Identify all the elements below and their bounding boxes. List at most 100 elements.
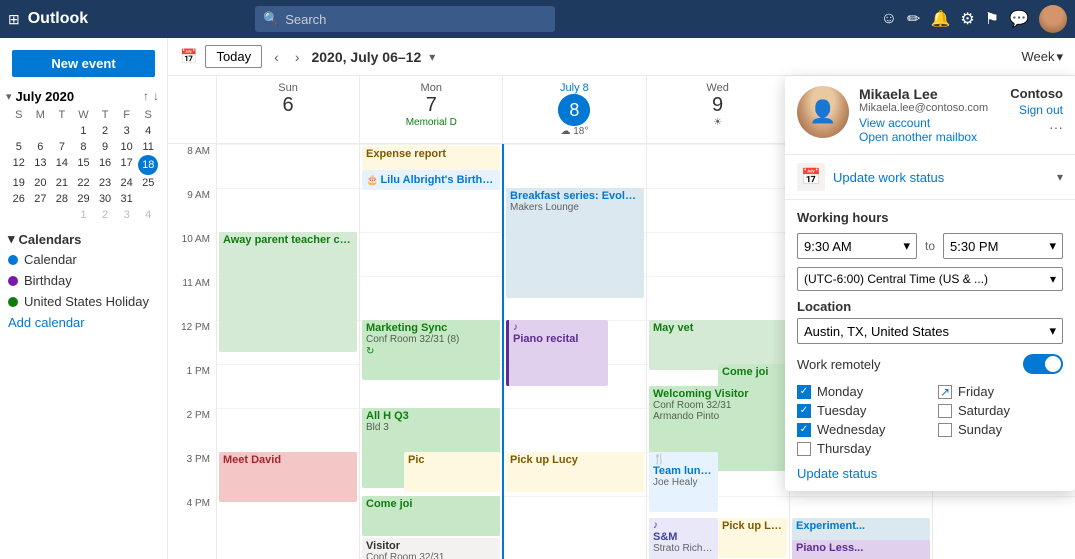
event-piano-lesson[interactable]: Piano Less... bbox=[792, 540, 930, 559]
work-remotely-toggle[interactable] bbox=[1023, 354, 1063, 374]
event-lilu-birthday[interactable]: 🎂Lilu Albright's Birthday bbox=[362, 170, 500, 190]
calendar-label-us-holiday: United States Holiday bbox=[24, 294, 149, 309]
event-marketing-sync[interactable]: Marketing Sync Conf Room 32/31 (8) ↻ bbox=[362, 320, 500, 380]
time-to-label: to bbox=[925, 239, 935, 253]
app-name: Outlook bbox=[28, 10, 88, 28]
update-work-status[interactable]: 📅 Update work status ▾ bbox=[785, 155, 1075, 200]
sidebar: New event ▾ July 2020 ↑ ↓ S M T W T F S bbox=[0, 38, 168, 559]
work-status-chevron-icon: ▾ bbox=[1057, 170, 1063, 184]
end-time-chevron-icon: ▾ bbox=[1049, 238, 1056, 254]
profile-email: Mikaela.lee@contoso.com bbox=[859, 102, 988, 114]
tuesday-checkbox[interactable] bbox=[797, 404, 811, 418]
toggle-knob bbox=[1045, 356, 1061, 372]
top-bar-right: ☺ ✏ 🔔 ⚙ ⚑ 💬 bbox=[881, 5, 1067, 33]
location-value: Austin, TX, United States bbox=[804, 324, 949, 339]
day-col-mon: Expense report 🎂Lilu Albright's Birthday… bbox=[359, 144, 502, 559]
calendar-dot-purple bbox=[8, 276, 18, 286]
chevron-date-icon[interactable]: ▾ bbox=[429, 50, 435, 64]
view-dropdown[interactable]: Week ▾ bbox=[1021, 49, 1063, 65]
time-row: 9:30 AM ▾ to 5:30 PM ▾ bbox=[797, 233, 1063, 259]
profile-avatar: 👤 bbox=[797, 86, 849, 138]
view-account-link[interactable]: View account bbox=[859, 116, 988, 130]
next-week-button[interactable]: › bbox=[291, 47, 304, 67]
new-event-button[interactable]: New event bbox=[12, 50, 155, 77]
work-remotely-label: Work remotely bbox=[797, 357, 1023, 372]
saturday-checkbox[interactable] bbox=[938, 404, 952, 418]
work-status-label: Update work status bbox=[833, 170, 944, 185]
gear-icon[interactable]: ⚙ bbox=[960, 9, 974, 29]
thursday-label: Thursday bbox=[817, 441, 871, 456]
sunday-label: Sunday bbox=[958, 422, 1002, 437]
event-expense-report[interactable]: Expense report bbox=[362, 146, 500, 170]
chat-icon[interactable]: 💬 bbox=[1009, 9, 1029, 29]
profile-name: Mikaela Lee bbox=[859, 86, 988, 102]
monday-checkbox[interactable] bbox=[797, 385, 811, 399]
calendars-title: Calendars bbox=[19, 232, 82, 247]
event-pick-up-lucy-wed[interactable]: Pick up Lucy bbox=[718, 518, 787, 558]
chevron-down-icon: ▾ bbox=[8, 231, 15, 247]
start-time-select[interactable]: 9:30 AM ▾ bbox=[797, 233, 917, 259]
event-breakfast-series[interactable]: Breakfast series: Evolution of calendar … bbox=[506, 188, 644, 298]
timezone-value: (UTC-6:00) Central Time (US & ...) bbox=[804, 272, 988, 286]
grid-icon[interactable]: ⊞ bbox=[8, 11, 20, 28]
main-layout: New event ▾ July 2020 ↑ ↓ S M T W T F S bbox=[0, 38, 1075, 559]
timezone-select[interactable]: (UTC-6:00) Central Time (US & ...) ▾ bbox=[797, 267, 1063, 291]
search-bar[interactable]: 🔍 bbox=[255, 6, 555, 32]
sunday-checkbox[interactable] bbox=[938, 423, 952, 437]
add-calendar-link[interactable]: Add calendar bbox=[0, 312, 167, 333]
work-status-icon: 📅 bbox=[797, 163, 825, 191]
day-row-tuesday: Tuesday bbox=[797, 403, 922, 418]
event-come-joi-mon[interactable]: Come joi bbox=[362, 496, 500, 536]
pen-icon[interactable]: ✏ bbox=[907, 9, 920, 29]
wednesday-checkbox[interactable] bbox=[797, 423, 811, 437]
event-visitor-mon[interactable]: Visitor Conf Room 32/31 bbox=[362, 538, 500, 559]
day-row-friday: ↗ Friday bbox=[938, 384, 1063, 399]
event-meet-david[interactable]: Meet David bbox=[219, 452, 357, 502]
update-status-button[interactable]: Update status bbox=[797, 466, 1063, 481]
weather-tue: ☁ 18° bbox=[507, 126, 641, 137]
event-sm[interactable]: ♪ S&M Strato Richard... bbox=[649, 518, 718, 559]
prev-week-button[interactable]: ‹ bbox=[270, 47, 283, 67]
profile-panel: 👤 Mikaela Lee Mikaela.lee@contoso.com Vi… bbox=[785, 76, 1075, 491]
event-team-lunch[interactable]: 🍴 Team lunch Seattle Joe Healy bbox=[649, 452, 718, 512]
search-input[interactable] bbox=[285, 12, 547, 27]
today-button[interactable]: Today bbox=[205, 45, 262, 68]
event-piano-recital[interactable]: ♪ Piano recital bbox=[506, 320, 608, 386]
event-pick-up-lucy-tue[interactable]: Pick up Lucy bbox=[506, 452, 644, 492]
thursday-checkbox[interactable] bbox=[797, 442, 811, 456]
calendar-item-calendar[interactable]: Calendar bbox=[0, 249, 167, 270]
calendar-item-us-holiday[interactable]: United States Holiday bbox=[0, 291, 167, 312]
calendar-dot-green bbox=[8, 297, 18, 307]
sign-out-link[interactable]: Sign out bbox=[1019, 103, 1063, 117]
open-mailbox-link[interactable]: Open another mailbox bbox=[859, 130, 988, 144]
day-row-sunday: Sunday bbox=[938, 422, 1063, 437]
flag-icon[interactable]: ⚑ bbox=[985, 9, 999, 29]
location-select[interactable]: Austin, TX, United States ▾ bbox=[797, 318, 1063, 344]
calendar-item-birthday[interactable]: Birthday bbox=[0, 270, 167, 291]
day-col-sun: Away parent teacher conf Meet David bbox=[216, 144, 359, 559]
avatar[interactable] bbox=[1039, 5, 1067, 33]
day-header-wed: Wed 9 ☀ bbox=[646, 76, 789, 143]
mini-cal-grid: 1 2 3 4 5 6 7 8 9 10 11 12 13 14 15 16 1… bbox=[8, 123, 159, 223]
panel-body: Working hours 9:30 AM ▾ to 5:30 PM ▾ (UT… bbox=[785, 200, 1075, 491]
location-chevron-icon: ▾ bbox=[1049, 323, 1056, 339]
event-away-parent[interactable]: Away parent teacher conf bbox=[219, 232, 357, 352]
end-time-select[interactable]: 5:30 PM ▾ bbox=[943, 233, 1063, 259]
days-grid: Monday ↗ Friday Tuesday Saturday bbox=[797, 384, 1063, 456]
start-time-chevron-icon: ▾ bbox=[903, 238, 910, 254]
friday-checkbox[interactable]: ↗ bbox=[938, 385, 952, 399]
event-pic[interactable]: Pic bbox=[404, 452, 500, 492]
mini-cal-prev[interactable]: ↑ bbox=[141, 87, 151, 105]
event-may-vet[interactable]: May vet bbox=[649, 320, 787, 370]
calendars-section-header[interactable]: ▾ Calendars bbox=[0, 223, 167, 249]
start-time-value: 9:30 AM bbox=[804, 239, 852, 254]
saturday-label: Saturday bbox=[958, 403, 1010, 418]
bell-icon[interactable]: 🔔 bbox=[930, 9, 950, 29]
mini-cal-collapse-icon[interactable]: ▾ bbox=[6, 90, 12, 103]
calendar-toolbar: 📅 Today ‹ › 2020, July 06–12 ▾ Week ▾ bbox=[168, 38, 1075, 76]
header-gutter bbox=[168, 76, 216, 143]
mini-cal-next[interactable]: ↓ bbox=[151, 87, 161, 105]
more-icon[interactable]: ··· bbox=[1049, 119, 1063, 135]
time-gutter: 8 AM 9 AM 10 AM 11 AM 12 PM 1 PM 2 PM 3 … bbox=[168, 144, 216, 559]
smiley-icon[interactable]: ☺ bbox=[881, 10, 897, 28]
